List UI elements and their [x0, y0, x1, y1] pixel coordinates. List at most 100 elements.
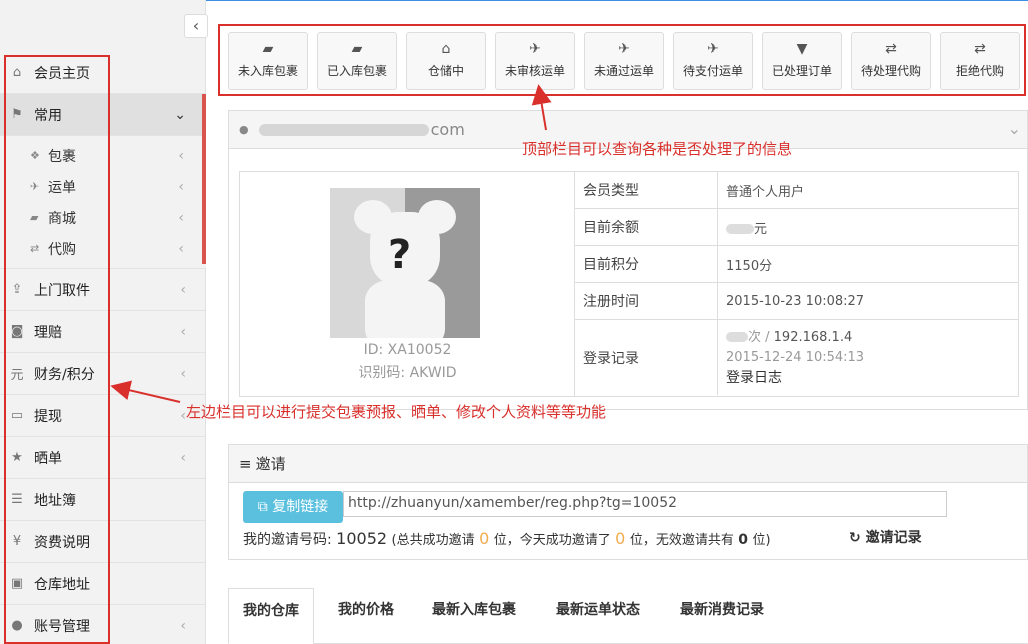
- invite-code-label: 我的邀请号码:: [243, 532, 332, 548]
- table-row: 目前余额 元: [575, 209, 1018, 246]
- chevron-left-icon[interactable]: ‹: [184, 14, 208, 38]
- balance-redacted: [726, 224, 754, 234]
- in-storage-button[interactable]: ⌂ 仓储中: [406, 32, 486, 90]
- rejected-purchases-button[interactable]: ⇄ 拒绝代购: [940, 32, 1020, 90]
- refresh-icon: ↻: [849, 530, 861, 546]
- unpaid-waybills-button[interactable]: ✈ 待支付运单: [673, 32, 753, 90]
- button-label: 待处理代购: [860, 64, 921, 78]
- button-label: 待支付运单: [682, 64, 743, 78]
- row-value: 普通个人用户: [726, 184, 805, 200]
- row-key: 会员类型: [575, 172, 718, 208]
- copy-link-label: 复制链接: [272, 499, 329, 515]
- invite-stats-text: 位，无效邀请共有: [629, 533, 734, 548]
- button-label: 拒绝代购: [955, 64, 1004, 78]
- plane-icon: ✈: [529, 41, 541, 57]
- chevron-down-icon[interactable]: ⌄: [1008, 119, 1021, 138]
- row-value: 元: [718, 218, 767, 237]
- retweet-icon: ⇄: [974, 41, 986, 57]
- rejected-waybills-button[interactable]: ✈ 未通过运单: [584, 32, 664, 90]
- truck-icon: ▰: [351, 41, 363, 57]
- chevron-left-icon: ‹: [178, 178, 184, 195]
- tab-latest-waybill[interactable]: 最新运单状态: [542, 588, 654, 632]
- button-label: 已处理订单: [771, 64, 832, 78]
- invite-stats-text: 位，今天成功邀请了: [493, 533, 611, 548]
- chevron-down-icon: ⌄: [174, 106, 186, 123]
- stored-packages-button[interactable]: ▰ 已入库包裹: [317, 32, 397, 90]
- processed-orders-button[interactable]: ▼ 已处理订单: [762, 32, 842, 90]
- row-value: 2015-10-23 10:08:27: [726, 293, 865, 309]
- button-label: 未审核运单: [504, 64, 565, 78]
- question-mark-icon: ?: [388, 232, 412, 278]
- bottom-tabs: 我的仓库 我的价格 最新入库包裹 最新运单状态 最新消费记录: [228, 588, 1028, 644]
- tab-latest-stored[interactable]: 最新入库包裹: [418, 588, 530, 632]
- cart-icon: ▼: [796, 41, 808, 57]
- invite-today-count: 0: [615, 529, 626, 548]
- row-key: 目前积分: [575, 246, 718, 282]
- invite-records-label: 邀请记录: [865, 530, 922, 546]
- tab-my-price[interactable]: 我的价格: [324, 588, 408, 632]
- avatar: ?: [330, 188, 480, 338]
- invite-stats: 我的邀请号码: 10052 (总共成功邀请 0 位，今天成功邀请了 0 位，无效…: [243, 529, 771, 549]
- invite-invalid-count: 0: [738, 532, 749, 548]
- chevron-left-icon: ‹: [180, 449, 186, 466]
- invite-url-field[interactable]: http://zhuanyun/xamember/reg.php?tg=1005…: [343, 491, 947, 517]
- login-time: 2015-12-24 10:54:13: [726, 349, 865, 365]
- invite-title: 邀请: [255, 455, 286, 473]
- member-id: ID: XA10052: [363, 342, 452, 358]
- plane-icon: ✈: [707, 41, 719, 57]
- row-key: 目前余额: [575, 209, 718, 245]
- button-label: 未入库包裹: [237, 64, 298, 78]
- invite-total-count: 0: [479, 529, 490, 548]
- button-label: 已入库包裹: [326, 64, 387, 78]
- chevron-left-icon: ‹: [178, 147, 184, 164]
- plane-icon: ✈: [618, 41, 630, 57]
- table-row: 目前积分 1150分: [575, 246, 1018, 283]
- list-icon: ≡: [239, 454, 252, 473]
- chevron-left-icon: ‹: [180, 323, 186, 340]
- chevron-left-icon: ‹: [180, 281, 186, 298]
- user-icon: ●: [239, 123, 249, 136]
- avatar-cell: ? ID: XA10052 识别码: AKWID: [240, 172, 575, 396]
- invite-code: 10052: [336, 529, 388, 548]
- chevron-left-icon: ‹: [178, 209, 184, 226]
- chevron-left-icon: ‹: [180, 617, 186, 634]
- inbox-icon: ⌂: [441, 41, 451, 57]
- chevron-left-icon: ‹: [178, 240, 184, 257]
- avatar-bear-body: [365, 280, 445, 338]
- login-count-suffix: 次 /: [748, 329, 770, 345]
- table-row: 会员类型 普通个人用户: [575, 172, 1018, 209]
- user-email: com: [430, 120, 465, 139]
- login-ip: 192.168.1.4: [773, 329, 853, 345]
- tab-my-warehouse[interactable]: 我的仓库: [228, 588, 314, 644]
- balance-unit: 元: [754, 221, 768, 237]
- button-label: 仓储中: [427, 64, 464, 78]
- truck-icon: ▰: [262, 41, 274, 57]
- email-redacted: [258, 123, 429, 136]
- copy-icon: ⧉: [257, 499, 268, 515]
- button-label: 未通过运单: [593, 64, 654, 78]
- invite-header: ≡ 邀请: [229, 445, 1027, 483]
- tab-latest-spending[interactable]: 最新消费记录: [666, 588, 778, 632]
- table-row: 登录记录 次 / 192.168.1.4 2015-12-24 10:54:13…: [575, 320, 1018, 395]
- invite-records-link[interactable]: ↻ 邀请记录: [849, 527, 922, 547]
- retweet-icon: ⇄: [885, 41, 897, 57]
- row-value: 1150分: [726, 258, 773, 274]
- pending-purchases-button[interactable]: ⇄ 待处理代购: [851, 32, 931, 90]
- member-code: 识别码: AKWID: [358, 365, 457, 381]
- login-count-redacted: [726, 332, 748, 342]
- row-key: 注册时间: [575, 283, 718, 319]
- unreviewed-waybills-button[interactable]: ✈ 未审核运单: [495, 32, 575, 90]
- chevron-left-icon: ‹: [180, 365, 186, 382]
- annotation-sidebar-box: [4, 55, 110, 644]
- invite-stats-text: (总共成功邀请: [391, 533, 475, 548]
- unstored-packages-button[interactable]: ▰ 未入库包裹: [228, 32, 308, 90]
- user-info-table: ? ID: XA10052 识别码: AKWID 会员类型 普通个人用户 目前余…: [239, 171, 1019, 397]
- login-log-link[interactable]: 登录日志: [726, 368, 864, 388]
- user-info-rows: 会员类型 普通个人用户 目前余额 元 目前积分 1150分 注册时间 2015-…: [575, 172, 1018, 395]
- row-key: 登录记录: [575, 320, 718, 395]
- invite-panel: ≡ 邀请 ⧉ 复制链接 http://zhuanyun/xamember/reg…: [228, 444, 1028, 560]
- copy-link-button[interactable]: ⧉ 复制链接: [243, 491, 343, 523]
- login-record: 次 / 192.168.1.4 2015-12-24 10:54:13 登录日志: [718, 328, 864, 388]
- annotation-top-text: 顶部栏目可以查询各种是否处理了的信息: [522, 140, 793, 158]
- top-status-bar: ▰ 未入库包裹 ▰ 已入库包裹 ⌂ 仓储中 ✈ 未审核运单 ✈ 未通过运单 ✈ …: [218, 24, 1026, 96]
